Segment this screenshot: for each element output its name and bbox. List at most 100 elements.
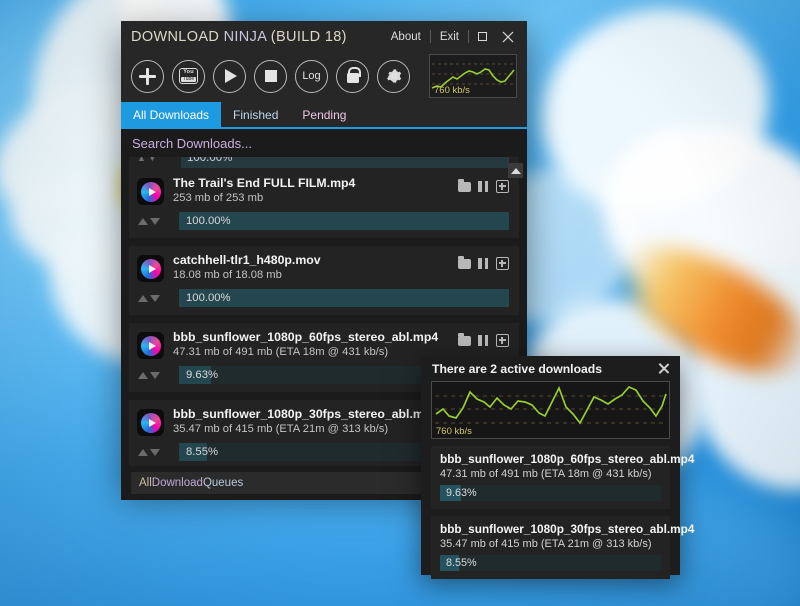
download-size: 253 mb of 253 mb bbox=[173, 192, 264, 204]
lock-icon bbox=[346, 67, 361, 83]
table-row[interactable]: The Trail's End FULL FILM.mp4 253 mb of … bbox=[129, 169, 519, 238]
progress-bar: 100.00% bbox=[179, 289, 509, 307]
settings-button[interactable] bbox=[377, 59, 410, 93]
row-actions bbox=[458, 178, 509, 193]
move-down-icon[interactable] bbox=[150, 448, 160, 456]
download-filename: bbb_sunflower_1080p_60fps_stereo_abl.mp4 bbox=[173, 330, 439, 344]
youtube-icon-top: You bbox=[183, 69, 194, 76]
row-actions bbox=[458, 332, 509, 347]
close-button[interactable] bbox=[495, 26, 521, 48]
sort-arrows-icon[interactable] bbox=[137, 217, 179, 225]
folder-icon[interactable] bbox=[458, 255, 471, 269]
close-icon bbox=[658, 363, 669, 374]
move-up-icon[interactable] bbox=[138, 371, 148, 379]
popup-close-button[interactable] bbox=[654, 360, 672, 378]
desktop-background: DOWNLOAD NINJA (BUILD 18) About Exit You… bbox=[0, 0, 800, 606]
add-download-button[interactable] bbox=[131, 59, 164, 93]
tab-label: Finished bbox=[233, 107, 279, 122]
media-file-icon bbox=[137, 255, 164, 282]
queue-label-part3: Queues bbox=[202, 477, 244, 489]
youtube-icon-bottom: Tube bbox=[180, 75, 197, 82]
progress-bar: 9.63% bbox=[440, 485, 661, 501]
app-title-part2: NINJA bbox=[223, 28, 267, 45]
play-icon bbox=[225, 69, 237, 83]
tab-pending[interactable]: Pending bbox=[290, 102, 358, 127]
sort-arrows-icon[interactable] bbox=[137, 448, 179, 456]
move-down-icon[interactable] bbox=[150, 217, 160, 225]
exit-link[interactable]: Exit bbox=[431, 31, 468, 43]
maximize-button[interactable] bbox=[469, 26, 495, 48]
speed-value: 760 kb/s bbox=[434, 85, 470, 96]
app-title-part3: (BUILD 18) bbox=[266, 28, 347, 45]
add-icon[interactable] bbox=[496, 257, 509, 270]
log-icon: Log bbox=[302, 70, 321, 82]
scroll-up-button[interactable] bbox=[508, 163, 523, 178]
table-row[interactable]: catchhell-tlr1_h480p.mov 18.08 mb of 18.… bbox=[129, 246, 519, 315]
move-down-icon[interactable] bbox=[150, 371, 160, 379]
speed-value: 760 kb/s bbox=[436, 426, 472, 437]
sort-arrows-icon[interactable] bbox=[137, 294, 179, 302]
sort-arrows-icon[interactable]: ▲▼ bbox=[137, 157, 159, 163]
maximize-icon bbox=[477, 32, 487, 41]
app-title-part1: DOWNLOAD bbox=[131, 28, 224, 45]
progress-label: 8.55% bbox=[186, 446, 219, 458]
progress-label: 9.63% bbox=[186, 369, 219, 381]
download-size: 47.31 mb of 491 mb (ETA 18m @ 431 kb/s) bbox=[440, 468, 652, 480]
popup-graph-label: 760 kb/s bbox=[436, 426, 472, 437]
progress-bar: 8.55% bbox=[440, 555, 661, 571]
youtube-button[interactable]: You Tube bbox=[172, 59, 205, 93]
progress-bar: 100.00% bbox=[179, 212, 509, 230]
progress-label: 8.55% bbox=[446, 557, 477, 569]
folder-icon[interactable] bbox=[458, 178, 471, 192]
move-up-icon[interactable] bbox=[138, 217, 148, 225]
add-icon[interactable] bbox=[496, 334, 509, 347]
speed-graph-label: 760 kb/s bbox=[434, 85, 470, 96]
tab-label: Pending bbox=[302, 107, 347, 122]
page-title: DOWNLOAD NINJA (BUILD 18) bbox=[131, 29, 347, 45]
tab-label: All Downloads bbox=[133, 107, 210, 122]
progress-label: 100.00% bbox=[187, 157, 233, 164]
list-item-partial[interactable]: ▲▼ 100.00% bbox=[129, 157, 519, 169]
start-button[interactable] bbox=[213, 59, 246, 93]
media-file-icon bbox=[137, 409, 164, 436]
download-filename: The Trail's End FULL FILM.mp4 bbox=[173, 176, 356, 190]
tab-finished[interactable]: Finished bbox=[221, 102, 290, 127]
pause-icon[interactable] bbox=[478, 181, 489, 192]
list-item[interactable]: bbb_sunflower_1080p_30fps_stereo_abl.mp4… bbox=[431, 516, 695, 579]
youtube-icon: You Tube bbox=[179, 68, 198, 84]
speed-graph-widget: 760 kb/s bbox=[429, 54, 517, 98]
stop-icon bbox=[264, 70, 277, 82]
popup-header: There are 2 active downloads bbox=[421, 356, 680, 381]
download-filename: bbb_sunflower_1080p_60fps_stereo_abl.mp4 bbox=[440, 452, 695, 466]
title-bar-controls: About Exit bbox=[382, 26, 521, 48]
search-input[interactable]: Search Downloads... bbox=[121, 129, 527, 157]
folder-icon[interactable] bbox=[458, 332, 471, 346]
chevron-up-icon bbox=[510, 167, 521, 174]
list-item[interactable]: bbb_sunflower_1080p_60fps_stereo_abl.mp4… bbox=[431, 446, 695, 509]
queue-label-part1: All bbox=[139, 477, 152, 489]
download-filename: bbb_sunflower_1080p_30fps_stereo_abl.mp4 bbox=[440, 522, 695, 536]
add-icon[interactable] bbox=[496, 180, 509, 193]
log-button[interactable]: Log bbox=[295, 59, 328, 93]
stop-button[interactable] bbox=[254, 59, 287, 93]
move-down-icon[interactable] bbox=[150, 294, 160, 302]
popup-title: There are 2 active downloads bbox=[432, 361, 603, 376]
media-file-icon bbox=[137, 332, 164, 359]
lock-button[interactable] bbox=[336, 59, 369, 93]
move-up-icon[interactable] bbox=[138, 448, 148, 456]
title-bar: DOWNLOAD NINJA (BUILD 18) About Exit bbox=[121, 21, 527, 52]
download-size: 35.47 mb of 415 mb (ETA 21m @ 313 kb/s) bbox=[440, 538, 652, 550]
about-link[interactable]: About bbox=[382, 31, 430, 43]
tab-all-downloads[interactable]: All Downloads bbox=[121, 102, 222, 127]
progress-label: 100.00% bbox=[186, 292, 231, 304]
pause-icon[interactable] bbox=[478, 258, 489, 269]
active-downloads-popup: There are 2 active downloads 760 kb/s bb… bbox=[421, 356, 695, 579]
gear-icon bbox=[386, 69, 401, 83]
plus-icon bbox=[139, 67, 156, 85]
queue-selector[interactable]: All Download Queues bbox=[131, 472, 427, 494]
sort-arrows-icon[interactable] bbox=[137, 371, 179, 379]
move-up-icon[interactable] bbox=[138, 294, 148, 302]
pause-icon[interactable] bbox=[478, 335, 489, 346]
media-file-icon bbox=[137, 178, 164, 205]
queue-label-part2: Download bbox=[151, 477, 203, 489]
